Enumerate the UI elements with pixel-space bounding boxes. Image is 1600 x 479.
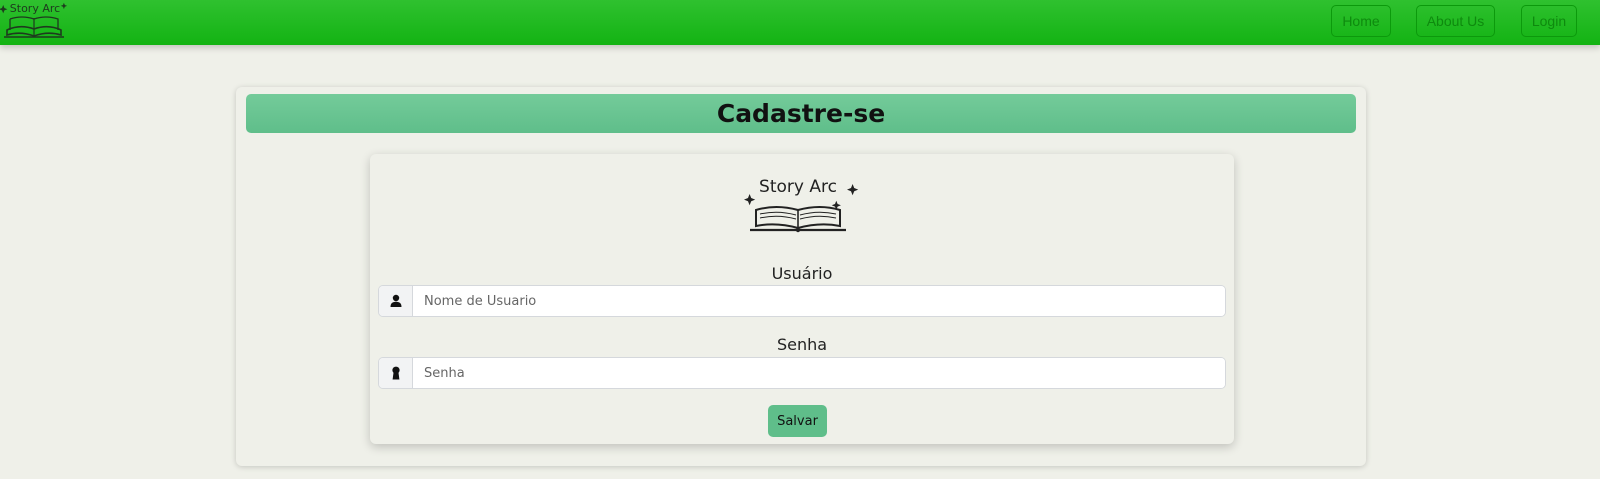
password-label: Senha [776,335,828,354]
signup-form: Story Arc Usuário Senha [370,154,1234,444]
story-arc-logo: Story Arc [740,168,860,238]
user-icon [379,286,413,316]
navbar-logo[interactable]: Story Arc [0,0,70,42]
svg-text:Story Arc: Story Arc [10,2,60,15]
nav-home-button[interactable]: Home [1331,5,1391,37]
password-input[interactable] [413,358,1225,388]
title-bar: Cadastre-se [246,94,1356,133]
password-input-group [378,357,1226,389]
top-navbar: Story Arc Home About Us Login [0,0,1600,45]
keyhole-icon [379,358,413,388]
username-label: Usuário [771,264,833,283]
open-book-icon: Story Arc [0,2,68,38]
signup-card: Cadastre-se Story Arc Usuário Nome de Us… [236,87,1366,466]
username-input-group [378,285,1226,317]
save-button[interactable]: Salvar [768,405,827,437]
svg-text:Story Arc: Story Arc [759,177,837,197]
open-book-icon: Story Arc [744,177,859,233]
nav-login-button[interactable]: Login [1521,5,1577,37]
username-input[interactable] [413,286,1225,316]
page-title: Cadastre-se [716,99,886,128]
nav-about-us-button[interactable]: About Us [1416,5,1495,37]
